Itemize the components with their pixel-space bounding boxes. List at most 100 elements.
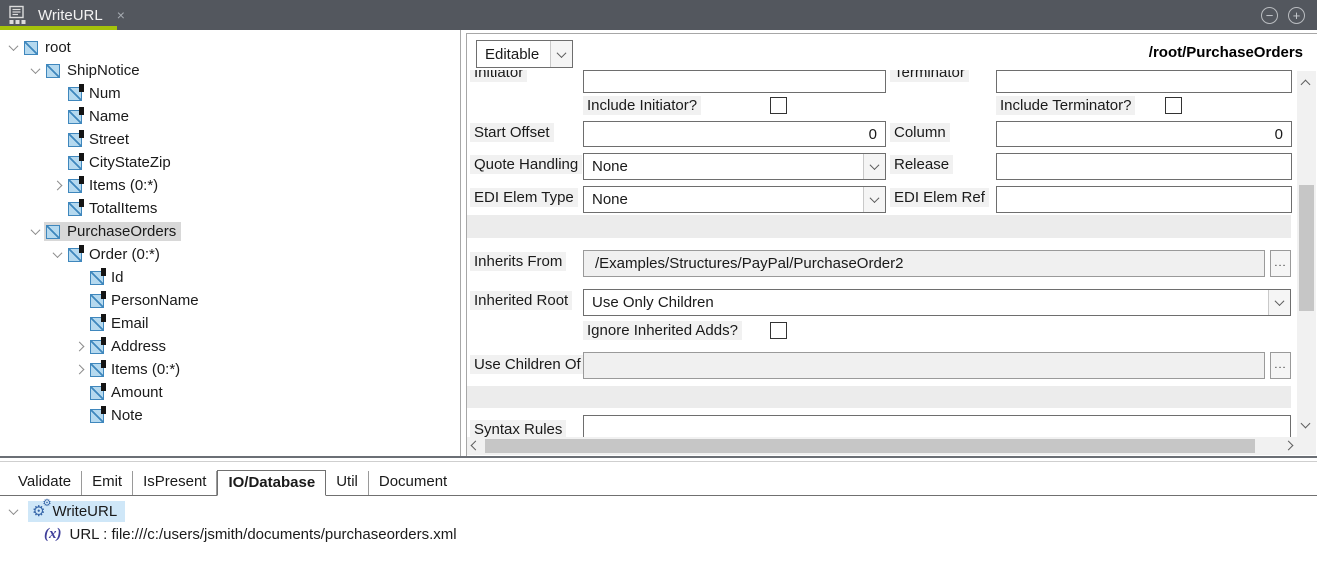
node-icon (46, 225, 60, 239)
element-icon (68, 248, 82, 262)
tree-item-note[interactable]: Note (0, 404, 460, 427)
syntax-rules-input[interactable] (583, 415, 1291, 437)
inherited-root-value: Use Only Children (592, 294, 714, 311)
app-window: WriteURL × − + root ShipNotice Num Name … (0, 0, 1317, 574)
tree-item-amount[interactable]: Amount (0, 381, 460, 404)
url-value: URL : file:///c:/users/jsmith/documents/… (70, 526, 457, 543)
scroll-left-icon[interactable] (471, 441, 481, 451)
pane-divider-shadow (0, 461, 1317, 462)
chevron-down-icon[interactable] (48, 246, 66, 264)
tree-item-name[interactable]: Name (0, 105, 460, 128)
tab-document[interactable]: Document (369, 471, 457, 495)
column-label: Column (890, 123, 950, 142)
quote-handling-select[interactable]: None (583, 153, 886, 180)
section-separator (467, 386, 1291, 408)
expand-icon[interactable]: + (1288, 7, 1305, 24)
tree-item-email[interactable]: Email (0, 312, 460, 335)
document-tab[interactable]: WriteURL (38, 7, 103, 24)
tree-item-purchaseorders[interactable]: PurchaseOrders (0, 220, 460, 243)
vertical-scrollbar-thumb[interactable] (1299, 185, 1314, 311)
chevron-down-icon[interactable] (4, 502, 22, 520)
tree-item-label: Id (111, 269, 124, 286)
tree-item-label: Order (0:*) (89, 246, 160, 263)
use-children-of-browse-button[interactable]: ... (1270, 352, 1291, 379)
tree-item-shipnotice[interactable]: ShipNotice (0, 59, 460, 82)
node-path: /root/PurchaseOrders (1149, 44, 1303, 61)
tree-item-totalitems[interactable]: TotalItems (0, 197, 460, 220)
edi-elem-type-value: None (592, 191, 628, 208)
initiator-label: Initiator (470, 70, 527, 82)
tree-item-items[interactable]: Items (0:*) (0, 174, 460, 197)
editable-mode-select[interactable]: Editable (476, 40, 573, 68)
chevron-down-icon[interactable] (26, 223, 44, 241)
inherits-from-field: /Examples/Structures/PayPal/PurchaseOrde… (583, 250, 1265, 277)
scroll-down-icon[interactable] (1301, 419, 1311, 429)
inherited-root-label: Inherited Root (470, 291, 572, 310)
node-icon (46, 64, 60, 78)
chevron-right-icon[interactable] (48, 177, 66, 195)
tree-item-num[interactable]: Num (0, 82, 460, 105)
properties-form: Initiator Terminator Include Initiator? … (467, 70, 1297, 437)
tree-item-label: Address (111, 338, 166, 355)
pane-divider[interactable] (0, 456, 1317, 458)
tab-ispresent[interactable]: IsPresent (133, 471, 217, 495)
tree-item-street[interactable]: Street (0, 128, 460, 151)
rules-tabstrip: Validate Emit IsPresent IO/Database Util… (0, 470, 1317, 496)
inherited-root-select[interactable]: Use Only Children (583, 289, 1291, 316)
terminator-input[interactable] (996, 70, 1292, 93)
tree-item-address[interactable]: Address (0, 335, 460, 358)
io-database-panel: ⚙WriteURL (x) URL : file:///c:/users/jsm… (0, 497, 1317, 574)
chevron-right-icon[interactable] (70, 338, 88, 356)
include-initiator-label: Include Initiator? (583, 96, 701, 115)
collapse-icon[interactable]: − (1261, 7, 1278, 24)
edi-elem-type-select[interactable]: None (583, 186, 886, 213)
writeurl-node[interactable]: ⚙WriteURL (4, 500, 125, 522)
include-initiator-checkbox[interactable] (770, 97, 787, 114)
element-icon (90, 340, 104, 354)
initiator-input[interactable] (583, 70, 886, 93)
start-offset-label: Start Offset (470, 123, 554, 142)
section-separator (467, 215, 1291, 238)
chevron-down-icon[interactable] (26, 62, 44, 80)
start-offset-input[interactable] (583, 121, 886, 147)
structure-editor-icon (8, 5, 28, 25)
element-icon (68, 87, 82, 101)
tree-item-items2[interactable]: Items (0:*) (0, 358, 460, 381)
vertical-scrollbar[interactable] (1297, 71, 1316, 437)
tree-item-order[interactable]: Order (0:*) (0, 243, 460, 266)
element-icon (68, 110, 82, 124)
tree-item-personname[interactable]: PersonName (0, 289, 460, 312)
scroll-up-icon[interactable] (1301, 80, 1311, 90)
tree-item-label: Street (89, 131, 129, 148)
chevron-down-icon (550, 41, 572, 67)
horizontal-scrollbar[interactable] (467, 437, 1297, 455)
element-icon (90, 271, 104, 285)
tab-io-database[interactable]: IO/Database (217, 470, 326, 496)
include-terminator-checkbox[interactable] (1165, 97, 1182, 114)
expression-icon: (x) (44, 526, 62, 543)
element-icon (90, 363, 104, 377)
edi-elem-ref-input[interactable] (996, 186, 1292, 213)
close-tab-icon[interactable]: × (117, 7, 125, 23)
tree-item-id[interactable]: Id (0, 266, 460, 289)
element-icon (90, 317, 104, 331)
chevron-right-icon[interactable] (70, 361, 88, 379)
tree-item-label: CityStateZip (89, 154, 171, 171)
scroll-right-icon[interactable] (1284, 441, 1294, 451)
titlebar: WriteURL × − + (0, 0, 1317, 30)
column-input[interactable] (996, 121, 1292, 147)
tree-item-root[interactable]: root (0, 36, 460, 59)
tab-validate[interactable]: Validate (8, 471, 82, 495)
release-input[interactable] (996, 153, 1292, 180)
horizontal-scrollbar-thumb[interactable] (485, 439, 1255, 453)
inherits-from-browse-button[interactable]: ... (1270, 250, 1291, 277)
chevron-down-icon (863, 187, 885, 212)
chevron-down-icon[interactable] (4, 39, 22, 57)
tab-emit[interactable]: Emit (82, 471, 133, 495)
element-icon (90, 386, 104, 400)
ignore-inherited-adds-checkbox[interactable] (770, 322, 787, 339)
tab-util[interactable]: Util (326, 471, 369, 495)
tree-item-citystatezip[interactable]: CityStateZip (0, 151, 460, 174)
url-property-row[interactable]: (x) URL : file:///c:/users/jsmith/docume… (44, 523, 457, 545)
tree-item-label: Name (89, 108, 129, 125)
